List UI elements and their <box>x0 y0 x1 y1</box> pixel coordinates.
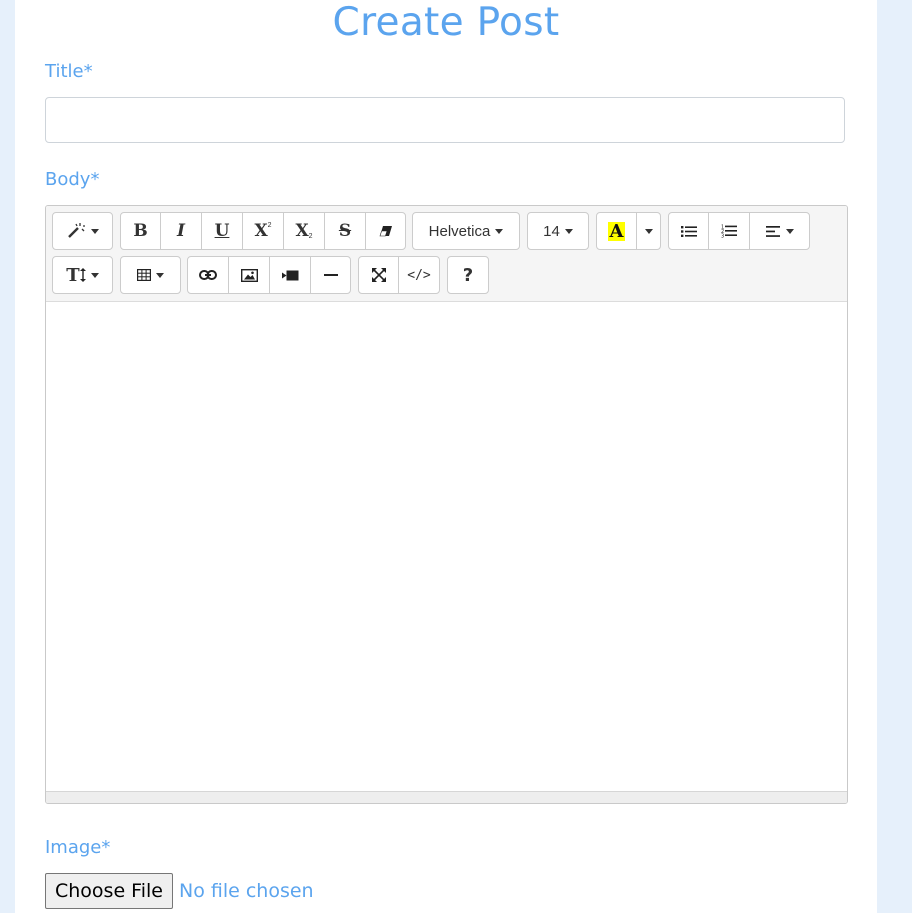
help-button[interactable]: ? <box>447 256 489 294</box>
caret-down-icon <box>564 228 573 234</box>
editor-resize-bar[interactable] <box>46 791 847 803</box>
clear-format-button[interactable] <box>365 212 406 250</box>
video-icon <box>281 270 299 281</box>
unordered-list-button[interactable] <box>668 212 709 250</box>
form-panel: Create Post Title* Body* B I U X 2 X 2 S… <box>15 0 877 913</box>
line-height-dropdown[interactable]: T <box>52 256 113 294</box>
svg-text:3: 3 <box>721 233 724 238</box>
insert-link-button[interactable] <box>187 256 229 294</box>
codeview-button[interactable]: </> <box>398 256 440 294</box>
font-family-value: Helvetica <box>428 222 491 240</box>
magic-wand-icon <box>66 222 86 240</box>
title-input[interactable] <box>45 97 845 143</box>
caret-down-icon <box>495 228 504 234</box>
question-icon: ? <box>462 264 474 286</box>
paragraph-align-dropdown[interactable] <box>749 212 810 250</box>
ordered-list-button[interactable]: 123 <box>708 212 750 250</box>
horizontal-rule-button[interactable] <box>310 256 351 294</box>
expand-icon <box>371 268 386 282</box>
image-label: Image* <box>45 837 111 858</box>
italic-button[interactable]: I <box>160 212 202 250</box>
fullscreen-button[interactable] <box>358 256 399 294</box>
underline-button[interactable]: U <box>201 212 243 250</box>
eraser-icon <box>379 225 393 237</box>
style-dropdown-button[interactable] <box>52 212 113 250</box>
recent-color-button[interactable]: A <box>596 212 637 250</box>
underline-icon: U <box>214 221 230 241</box>
subscript-icon: X2 <box>295 221 313 241</box>
font-family-dropdown[interactable]: Helvetica <box>412 212 520 250</box>
minus-icon <box>323 273 338 277</box>
bullet-list-icon <box>680 225 697 238</box>
align-left-icon <box>765 225 781 237</box>
table-dropdown[interactable] <box>120 256 181 294</box>
caret-down-icon <box>91 228 99 234</box>
bold-button[interactable]: B <box>120 212 161 250</box>
superscript-icon: X2 <box>254 221 272 241</box>
file-input: Choose File No file chosen <box>45 873 314 909</box>
strikethrough-icon: S <box>338 221 352 241</box>
file-status-text: No file chosen <box>178 880 314 902</box>
superscript-button[interactable]: X2 <box>242 212 284 250</box>
caret-down-icon <box>644 228 653 234</box>
text-height-icon: T <box>66 265 86 286</box>
title-label: Title* <box>45 61 93 82</box>
strikethrough-button[interactable]: S <box>324 212 366 250</box>
subscript-button[interactable]: X2 <box>283 212 325 250</box>
font-size-value: 14 <box>543 222 560 240</box>
bold-icon: B <box>133 221 148 241</box>
color-dropdown-button[interactable] <box>636 212 661 250</box>
choose-file-button[interactable]: Choose File <box>45 873 173 909</box>
font-size-dropdown[interactable]: 14 <box>527 212 589 250</box>
italic-icon: I <box>177 221 185 241</box>
body-label: Body* <box>45 169 100 190</box>
rich-text-editor: B I U X2 X2 S Helvetica 14 A 1 2 3 T </>… <box>45 205 848 804</box>
caret-down-icon <box>156 272 164 278</box>
font-color-icon: A <box>607 220 626 242</box>
caret-down-icon <box>90 272 99 278</box>
insert-video-button[interactable] <box>269 256 311 294</box>
link-icon <box>199 270 217 280</box>
insert-picture-button[interactable] <box>228 256 270 294</box>
picture-icon <box>240 268 258 282</box>
page-title: Create Post <box>332 0 560 45</box>
code-icon: </> <box>407 267 431 283</box>
editor-content-area[interactable] <box>46 302 847 792</box>
table-icon <box>137 269 151 281</box>
numbered-list-icon: 123 <box>721 224 737 238</box>
editor-toolbar: B I U X2 X2 S Helvetica 14 A 1 2 3 T </>… <box>46 206 847 302</box>
caret-down-icon <box>785 228 794 234</box>
